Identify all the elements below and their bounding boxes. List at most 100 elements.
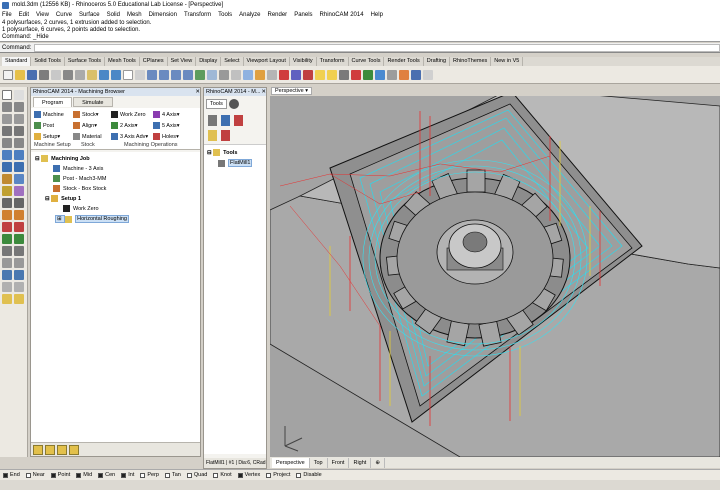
tree-node-post[interactable]: Post - Mach3-MM — [53, 175, 106, 182]
text-tool-icon[interactable] — [14, 258, 24, 268]
five-axis-button[interactable]: 5 Axis ▾ — [153, 122, 179, 129]
align-button[interactable]: Align ▾ — [73, 122, 97, 129]
tree-node-horizontal-roughing[interactable]: ⊞ Horizontal Roughing — [55, 215, 129, 223]
surface-icon[interactable] — [2, 150, 12, 160]
osnap-near[interactable]: Near — [25, 472, 45, 478]
menu-solid[interactable]: Solid — [107, 12, 120, 18]
material-button[interactable]: Material — [73, 133, 102, 140]
osnap-mid[interactable]: Mid — [76, 472, 92, 478]
tree-node-setup[interactable]: ⊟ Setup 1 — [45, 195, 81, 202]
lock-icon[interactable] — [339, 69, 349, 80]
zoom-extents-icon[interactable] — [171, 69, 181, 80]
shaded-icon[interactable] — [243, 69, 253, 80]
redo-icon[interactable] — [111, 69, 121, 80]
block-icon[interactable] — [14, 294, 24, 304]
tab-viewport-layout[interactable]: Viewport Layout — [244, 57, 290, 66]
tab-render-tools[interactable]: Render Tools — [384, 57, 424, 66]
trim-icon[interactable] — [2, 198, 12, 208]
menu-render[interactable]: Render — [268, 12, 288, 18]
hide-icon[interactable] — [2, 282, 12, 292]
select-arrow-icon[interactable] — [2, 90, 12, 100]
join-icon[interactable] — [2, 210, 12, 220]
viewtab-perspective[interactable]: Perspective — [272, 457, 310, 468]
box-icon[interactable] — [2, 162, 12, 172]
ghosted-icon[interactable] — [267, 69, 277, 80]
array-icon[interactable] — [14, 246, 24, 256]
cut-icon[interactable] — [63, 69, 73, 80]
cplane-icon[interactable] — [207, 69, 217, 80]
menu-rhinocam[interactable]: RhinoCAM 2014 — [320, 12, 364, 18]
wireframe-icon[interactable] — [231, 69, 241, 80]
stock-button[interactable]: Stock ▾ — [73, 111, 99, 118]
osnap-quad[interactable]: Quad — [186, 472, 207, 478]
render-sphere-icon[interactable] — [363, 69, 373, 80]
osnap-project[interactable]: Project — [266, 472, 290, 478]
cylinder-icon[interactable] — [2, 174, 12, 184]
tab-visibility[interactable]: Visibility — [290, 57, 317, 66]
tab-simulate[interactable]: Simulate — [73, 97, 113, 107]
save-icon[interactable] — [27, 69, 37, 80]
tab-standard[interactable]: Standard — [2, 57, 32, 66]
osnap-int[interactable]: Int — [121, 472, 134, 478]
menu-tools[interactable]: Tools — [218, 12, 232, 18]
tab-surface-tools[interactable]: Surface Tools — [65, 57, 106, 66]
osnap-perp[interactable]: Perp — [140, 472, 159, 478]
menu-view[interactable]: View — [36, 12, 49, 18]
mesh-icon[interactable] — [14, 174, 24, 184]
tree-node-machining-job[interactable]: ⊟ Machining Job — [35, 155, 90, 162]
lock-object-icon[interactable] — [14, 282, 24, 292]
ellipse-icon[interactable] — [14, 126, 24, 136]
mold-model-graphic[interactable] — [270, 96, 720, 457]
post-button[interactable]: Post — [34, 122, 54, 129]
tree-node-stock[interactable]: Stock - Box Stock — [53, 185, 106, 192]
four-axis-button[interactable]: 4 Axis ▾ — [153, 111, 179, 118]
setup-button[interactable]: Setup ▾ — [34, 133, 60, 140]
tab-program[interactable]: Program — [33, 97, 73, 107]
perspective-viewport[interactable] — [270, 96, 720, 457]
tab-select[interactable]: Select — [221, 57, 244, 66]
tab-transform[interactable]: Transform — [317, 57, 349, 66]
grid-icon[interactable] — [219, 69, 229, 80]
options-icon[interactable] — [411, 69, 421, 80]
tab-curve-tools[interactable]: Curve Tools — [349, 57, 385, 66]
osnap-disable[interactable]: Disable — [296, 472, 322, 478]
close-icon[interactable]: ✕ — [261, 88, 266, 96]
osnap-vertex[interactable]: Vertex — [237, 472, 260, 478]
properties-icon[interactable] — [303, 69, 313, 80]
rectangle-icon[interactable] — [2, 138, 12, 148]
line-icon[interactable] — [2, 102, 12, 112]
tab-cplanes[interactable]: CPlanes — [140, 57, 168, 66]
select-icon[interactable] — [279, 69, 289, 80]
post-output-icon[interactable] — [57, 444, 67, 455]
explode-icon[interactable] — [14, 210, 24, 220]
close-icon[interactable]: ✕ — [195, 88, 200, 96]
work-zero-button[interactable]: Work Zero — [111, 111, 146, 118]
menu-file[interactable]: File — [2, 12, 12, 18]
color-icon[interactable] — [351, 69, 361, 80]
tab-solid-tools[interactable]: Solid Tools — [31, 57, 65, 66]
polyline-icon[interactable] — [14, 102, 24, 112]
sphere-icon[interactable] — [14, 162, 24, 172]
circle-icon[interactable] — [2, 126, 12, 136]
help-icon[interactable] — [423, 69, 433, 80]
split-icon[interactable] — [14, 198, 24, 208]
tool-library-icon[interactable] — [221, 115, 230, 126]
tree-node-machine[interactable]: Machine - 3 Axis — [53, 165, 103, 172]
four-viewports-icon[interactable] — [195, 69, 205, 80]
tools-tab[interactable]: Tools — [206, 99, 227, 109]
menu-mesh[interactable]: Mesh — [127, 12, 142, 18]
tab-new-in-v5[interactable]: New in V5 — [491, 57, 524, 66]
mirror-icon[interactable] — [2, 246, 12, 256]
tool-save-icon[interactable] — [208, 130, 217, 141]
expand-icon[interactable]: ⊞ — [55, 215, 66, 223]
point-icon[interactable] — [14, 90, 24, 100]
menu-dimension[interactable]: Dimension — [149, 12, 177, 18]
menu-edit[interactable]: Edit — [19, 12, 29, 18]
osnap-knot[interactable]: Knot — [213, 472, 232, 478]
text-icon[interactable] — [387, 69, 397, 80]
holes-button[interactable]: Holes ▾ — [153, 133, 179, 140]
copy-icon[interactable] — [75, 69, 85, 80]
tab-drafting[interactable]: Drafting — [424, 57, 451, 66]
rotate-icon[interactable] — [2, 234, 12, 244]
distance-icon[interactable] — [14, 270, 24, 280]
